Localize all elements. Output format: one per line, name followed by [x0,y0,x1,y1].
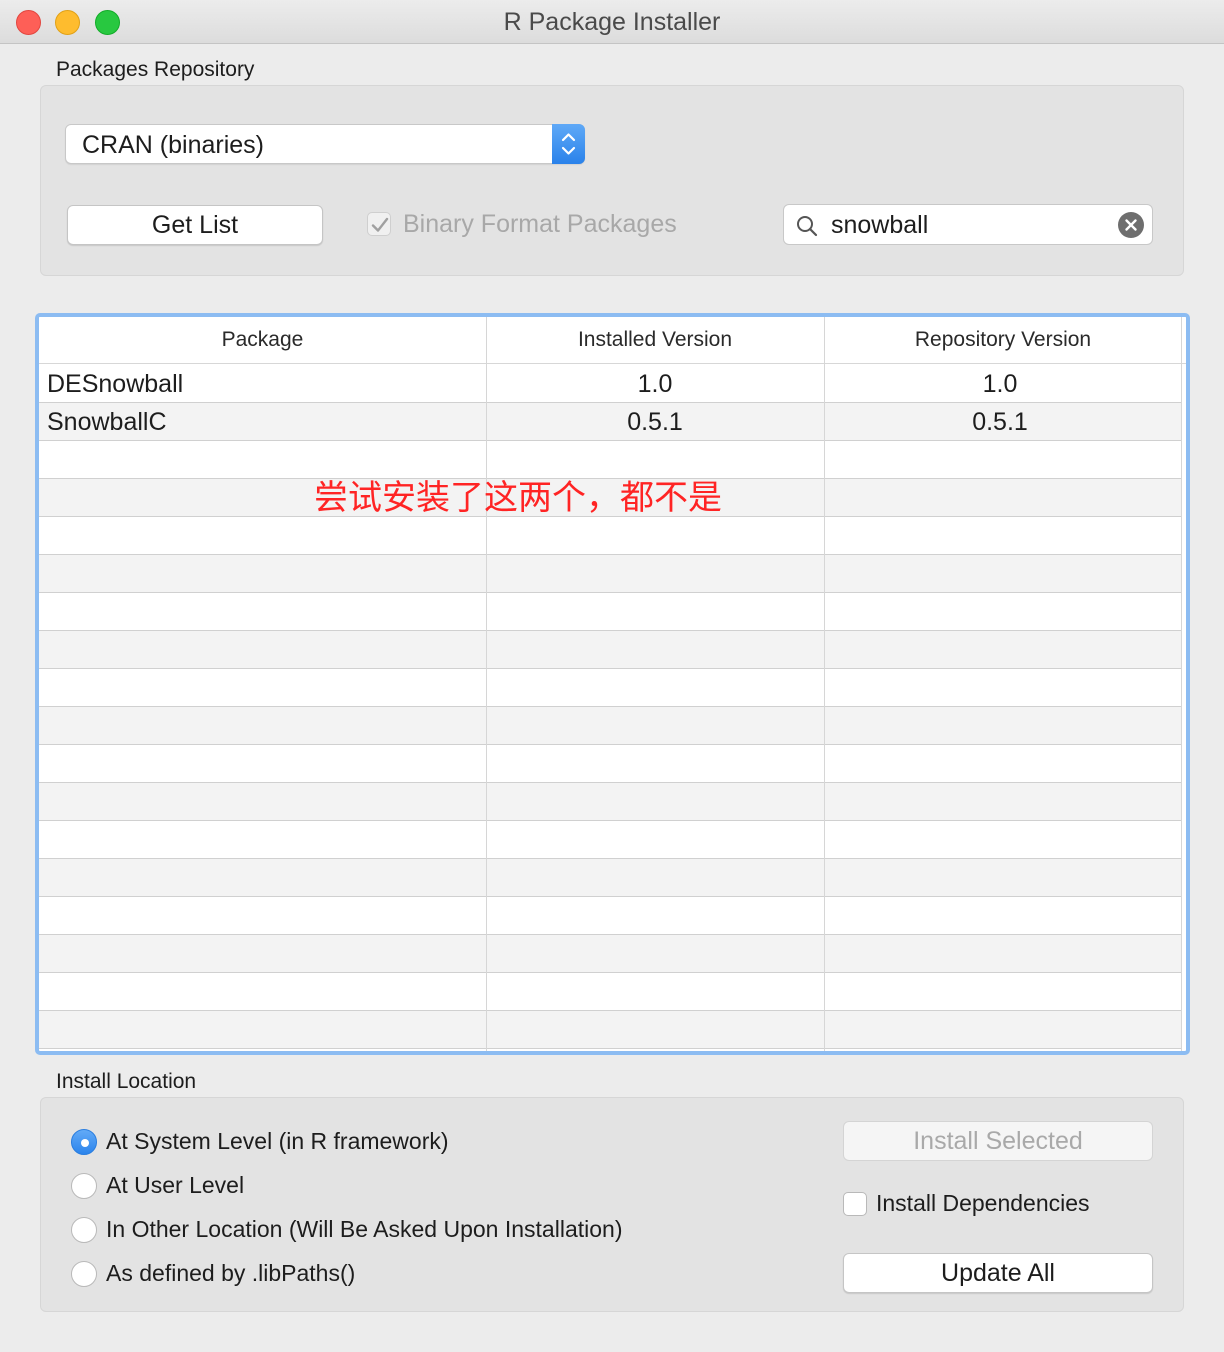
package-installer-window: R Package Installer Packages Repository … [0,0,1224,1352]
cell-package: DESnowball [47,370,184,398]
repository-group-box [40,85,1184,276]
repository-source-popup[interactable]: CRAN (binaries) [65,124,585,164]
binary-format-checkbox[interactable] [367,212,391,236]
empty-table-row[interactable] [39,821,1182,859]
radio-system-level[interactable] [71,1129,97,1155]
get-list-button[interactable]: Get List [67,205,323,245]
radio-system-level-label: At System Level (in R framework) [106,1128,449,1154]
empty-table-row[interactable] [39,935,1182,973]
repository-source-value: CRAN (binaries) [82,131,264,159]
column-divider [486,317,487,1051]
empty-table-row[interactable] [39,707,1182,745]
search-icon [797,216,818,237]
empty-table-row[interactable] [39,859,1182,897]
empty-table-row[interactable] [39,745,1182,783]
column-header-installed-version[interactable]: Installed Version [486,317,824,364]
annotation-text: 尝试安装了这两个，都不是 [314,478,722,518]
empty-table-row[interactable] [39,517,1182,555]
radio-user-level[interactable] [71,1173,97,1199]
cell-installed-version: 0.5.1 [627,408,683,436]
install-selected-button[interactable]: Install Selected [843,1121,1153,1161]
empty-table-row[interactable] [39,973,1182,1011]
empty-table-row[interactable] [39,669,1182,707]
search-input[interactable]: snowball [831,211,928,240]
column-header-package[interactable]: Package [39,317,486,364]
cell-repository-version: 0.5.1 [972,408,1028,436]
install-location-group-label: Install Location [56,1070,197,1093]
cell-repository-version: 1.0 [982,370,1018,398]
package-table[interactable]: Package Installed Version Repository Ver… [35,313,1190,1055]
updown-chevron-icon [552,124,585,164]
radio-libpaths[interactable] [71,1261,97,1287]
repository-group-label: Packages Repository [56,58,255,81]
window-title: R Package Installer [503,8,721,36]
column-divider [824,317,825,1051]
empty-table-row[interactable] [39,1011,1182,1049]
cell-package: SnowballC [47,408,167,436]
empty-table-row[interactable] [39,897,1182,935]
radio-user-level-label: At User Level [106,1172,245,1198]
package-search-field[interactable]: snowball [783,204,1153,245]
empty-table-row[interactable] [39,631,1182,669]
radio-libpaths-label: As defined by .libPaths() [106,1260,356,1286]
checkmark-icon [371,217,389,232]
table-row[interactable]: SnowballC 0.5.1 0.5.1 [39,403,1182,441]
cell-installed-version: 1.0 [637,370,673,398]
empty-table-row[interactable] [39,555,1182,593]
radio-other-location-label: In Other Location (Will Be Asked Upon In… [106,1216,623,1242]
binary-format-label: Binary Format Packages [403,210,677,238]
column-header-repository-version[interactable]: Repository Version [824,317,1182,364]
title-bar: R Package Installer [0,0,1224,44]
empty-table-row[interactable] [39,593,1182,631]
table-row[interactable]: DESnowball 1.0 1.0 [39,365,1182,403]
install-dependencies-checkbox[interactable] [843,1192,867,1216]
install-dependencies-label: Install Dependencies [876,1190,1090,1216]
table-right-edge [1181,317,1182,1051]
clear-search-icon[interactable] [1118,212,1144,238]
table-header: Package Installed Version Repository Ver… [39,317,1186,364]
radio-other-location[interactable] [71,1217,97,1243]
update-all-button[interactable]: Update All [843,1253,1153,1293]
empty-table-row[interactable] [39,783,1182,821]
